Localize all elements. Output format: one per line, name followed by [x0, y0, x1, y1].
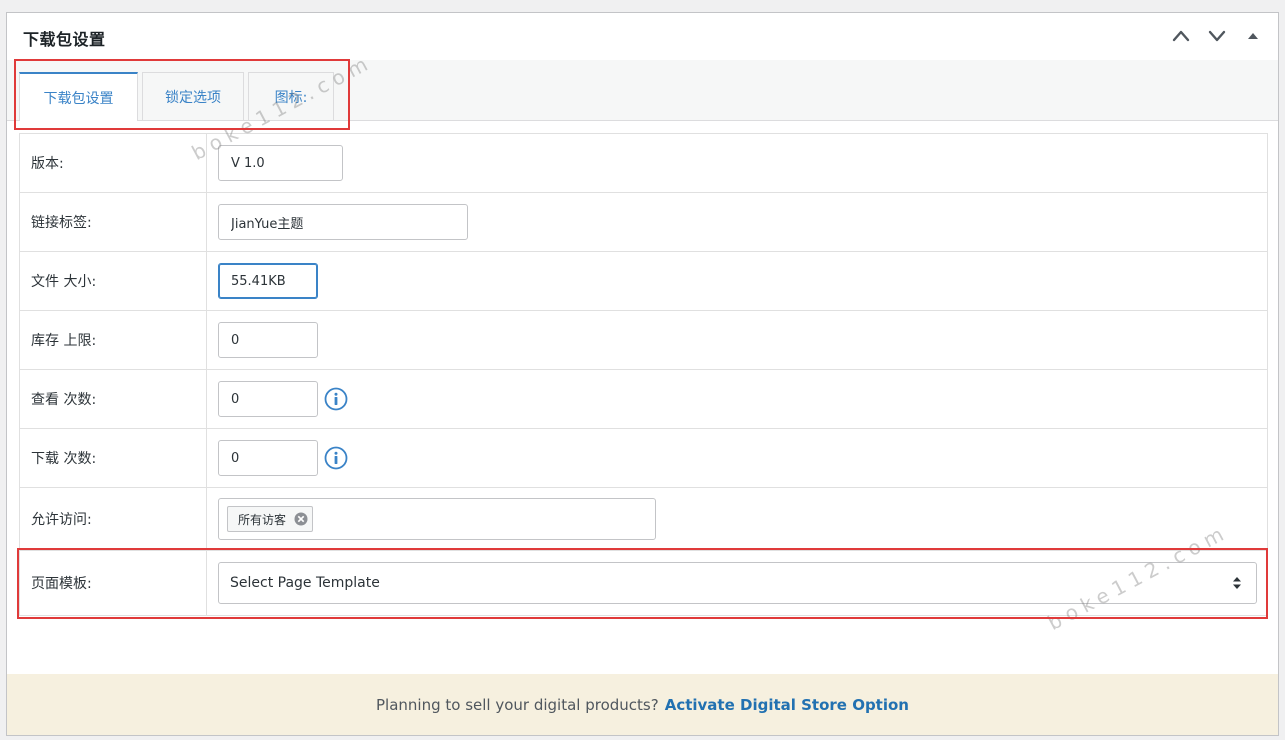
download-count-input[interactable]	[218, 440, 318, 476]
row-stock-limit: 库存 上限:	[20, 311, 1267, 370]
page-template-select[interactable]: Select Page Template	[218, 562, 1257, 604]
page-template-label: 页面模板:	[20, 551, 207, 615]
stock-limit-cell	[207, 311, 1267, 369]
activate-digital-store-link[interactable]: Activate Digital Store Option	[665, 696, 909, 714]
row-view-count: 查看 次数:	[20, 370, 1267, 429]
tab-download-settings[interactable]: 下载包设置	[19, 72, 138, 121]
settings-form-table: 版本: 链接标签: 文件 大小: 库存 上限: 查看 次数:	[19, 133, 1268, 616]
link-label-label: 链接标签:	[20, 193, 207, 251]
tab-lock-options[interactable]: 锁定选项	[142, 72, 244, 120]
view-count-label: 查看 次数:	[20, 370, 207, 428]
row-page-template: 页面模板: Select Page Template	[20, 551, 1267, 615]
page-template-selected: Select Page Template	[230, 575, 380, 591]
allow-access-label: 允许访问:	[20, 488, 207, 550]
metabox-header: 下载包设置	[7, 13, 1278, 61]
remove-tag-icon[interactable]	[294, 512, 308, 526]
version-label: 版本:	[20, 134, 207, 192]
row-version: 版本:	[20, 134, 1267, 193]
file-size-cell	[207, 252, 1267, 310]
access-tag-label: 所有访客	[238, 512, 287, 527]
metabox-title: 下载包设置	[23, 30, 106, 49]
upgrade-notice: Planning to sell your digital products? …	[7, 674, 1278, 735]
link-label-cell	[207, 193, 1267, 251]
chevron-down-icon[interactable]	[1206, 25, 1228, 47]
file-size-input[interactable]	[218, 263, 318, 299]
access-tag-input[interactable]: 所有访客	[218, 498, 656, 540]
row-file-size: 文件 大小:	[20, 252, 1267, 311]
info-icon[interactable]	[324, 387, 348, 411]
stock-limit-input[interactable]	[218, 322, 318, 358]
upgrade-notice-text: Planning to sell your digital products?	[376, 695, 659, 714]
row-allow-access: 允许访问: 所有访客	[20, 488, 1267, 551]
download-settings-metabox: 下载包设置 下载包设置 锁定选项 图标: 版本: 链接标签:	[6, 12, 1279, 736]
info-icon[interactable]	[324, 446, 348, 470]
file-size-label: 文件 大小:	[20, 252, 207, 310]
select-arrows-icon	[1233, 577, 1241, 589]
view-count-input[interactable]	[218, 381, 318, 417]
stock-limit-label: 库存 上限:	[20, 311, 207, 369]
link-label-input[interactable]	[218, 204, 468, 240]
tab-bar: 下载包设置 锁定选项 图标:	[7, 60, 1278, 121]
tab-icon[interactable]: 图标:	[248, 72, 334, 120]
page-template-cell: Select Page Template	[207, 551, 1267, 615]
allow-access-cell: 所有访客	[207, 488, 1267, 550]
version-cell	[207, 134, 1267, 192]
access-tag: 所有访客	[227, 506, 314, 532]
row-link-label: 链接标签:	[20, 193, 1267, 252]
download-count-cell	[207, 429, 1267, 487]
row-download-count: 下载 次数:	[20, 429, 1267, 488]
version-input[interactable]	[218, 145, 343, 181]
view-count-cell	[207, 370, 1267, 428]
triangle-up-icon[interactable]	[1242, 25, 1264, 47]
chevron-up-icon[interactable]	[1170, 25, 1192, 47]
download-count-label: 下载 次数:	[20, 429, 207, 487]
metabox-controls	[1170, 25, 1264, 47]
